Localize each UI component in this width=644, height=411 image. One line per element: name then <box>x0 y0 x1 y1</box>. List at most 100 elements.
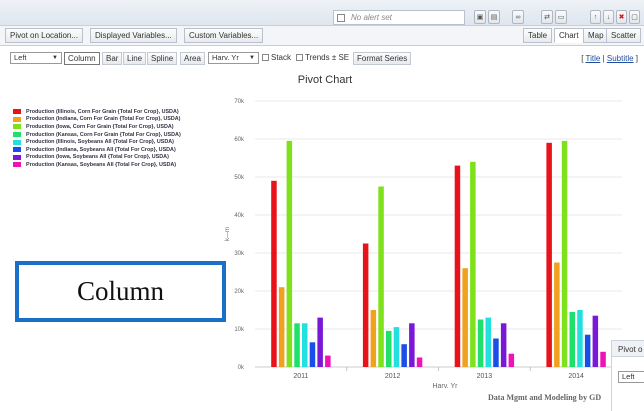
legend-swatch <box>13 162 21 168</box>
legend-item[interactable]: Production (Indiana, Corn For Grain {Tot… <box>13 116 181 124</box>
share-icon[interactable]: ⇄ <box>541 10 553 24</box>
bar[interactable] <box>577 310 583 367</box>
bar[interactable] <box>370 310 377 367</box>
custom-variables-button[interactable]: Custom Variables... <box>184 28 264 43</box>
sub-panel-select[interactable]: Left <box>618 371 644 383</box>
alert-label: No alert set <box>351 13 392 22</box>
save-icon[interactable]: ▣ <box>474 10 486 24</box>
bar[interactable] <box>454 165 461 367</box>
chart-bars <box>271 140 606 368</box>
bar[interactable] <box>278 287 285 367</box>
x-axis-label: Harv. Yr <box>432 383 458 390</box>
trends-checkbox-box[interactable] <box>296 54 303 61</box>
sub-panel-header[interactable]: Pivot o <box>612 341 644 357</box>
format-series-button[interactable]: Format Series <box>353 52 412 65</box>
bar[interactable] <box>470 161 476 367</box>
legend-item[interactable]: Production (Kansas, Soybeans All {Total … <box>13 161 181 169</box>
bar[interactable] <box>592 315 599 367</box>
displayed-variables-button[interactable]: Displayed Variables... <box>90 28 177 43</box>
stack-checkbox-box[interactable] <box>262 54 269 61</box>
stack-checkbox[interactable]: Stack <box>262 53 291 62</box>
spline-type-button[interactable]: Spline <box>147 52 178 65</box>
bar[interactable] <box>317 317 323 367</box>
pivot-location-button[interactable]: Pivot on Location... <box>5 28 84 43</box>
legend-item[interactable]: Production (Iowa, Corn For Grain {Total … <box>13 123 181 131</box>
legend-label: Production (Illinois, Corn For Grain {To… <box>26 108 179 115</box>
x-tick-label: 2013 <box>477 373 493 380</box>
x-tick-label: 2011 <box>293 373 308 380</box>
close-icon[interactable]: ✖ <box>616 10 627 24</box>
legend-item[interactable]: Production (Iowa, Soybeans All {Total Fo… <box>13 154 181 162</box>
legend-swatch <box>13 154 21 160</box>
bar[interactable] <box>569 311 576 367</box>
title-link[interactable]: Title <box>586 54 601 63</box>
alert-checkbox[interactable] <box>337 13 345 22</box>
bar[interactable] <box>462 268 468 367</box>
line-type-button[interactable]: Line <box>123 52 147 65</box>
copy-icon[interactable]: ▭ <box>555 10 567 24</box>
chevron-down-icon: ▼ <box>52 55 58 61</box>
legend-swatch <box>13 124 21 130</box>
column-callout-text: Column <box>76 276 164 306</box>
tab-map[interactable]: Map <box>583 28 609 43</box>
sub-panel: Pivot o Left <box>611 340 644 411</box>
legend-swatch <box>13 139 21 145</box>
tab-table[interactable]: Table <box>523 28 553 43</box>
bar[interactable] <box>584 334 591 367</box>
x-variable-select[interactable]: Harv. Yr ▼ <box>208 52 259 64</box>
up-icon[interactable]: ↑ <box>590 10 601 24</box>
bar[interactable] <box>325 355 331 367</box>
bar[interactable] <box>309 342 316 367</box>
tab-chart[interactable]: Chart <box>554 28 584 43</box>
bar[interactable] <box>271 180 277 367</box>
y-tick-label: 50k <box>234 175 245 181</box>
legend-label: Production (Indiana, Corn For Grain {Tot… <box>26 116 181 123</box>
expand-icon[interactable]: ▢ <box>629 10 640 24</box>
y-axis-ticks: 0k 10k 20k 30k 40k 50k 60k 70k <box>234 99 245 371</box>
down-icon[interactable]: ↓ <box>603 10 614 24</box>
bar[interactable] <box>477 319 484 368</box>
trends-checkbox[interactable]: Trends ± SE <box>296 53 349 62</box>
legend-swatch <box>13 132 21 138</box>
legend-item[interactable]: Production (Illinois, Soybeans All {Tota… <box>13 138 181 146</box>
print-icon[interactable]: ▤ <box>488 10 500 24</box>
bar[interactable] <box>508 353 515 367</box>
bar[interactable] <box>485 317 492 367</box>
bar[interactable] <box>546 142 552 367</box>
bar[interactable] <box>561 140 568 367</box>
column-type-button[interactable]: Column <box>64 52 100 65</box>
area-type-button[interactable]: Area <box>180 52 205 65</box>
legend-position-select[interactable]: Left ▼ <box>10 52 62 64</box>
legend-swatch <box>13 116 21 122</box>
bar[interactable] <box>286 140 293 367</box>
legend-label: Production (Kansas, Corn For Grain {Tota… <box>26 131 181 138</box>
bar[interactable] <box>378 186 384 368</box>
bar[interactable] <box>386 330 392 367</box>
bar[interactable] <box>600 351 606 367</box>
bar[interactable] <box>294 323 300 367</box>
bar[interactable] <box>493 338 499 368</box>
bar[interactable] <box>362 243 369 368</box>
legend-label: Production (Iowa, Corn For Grain {Total … <box>26 123 174 130</box>
y-tick-label: 40k <box>234 213 245 219</box>
bar[interactable] <box>416 357 423 368</box>
title-links: [ Title | Subtitle ] <box>581 54 638 63</box>
bar[interactable] <box>302 323 308 367</box>
bar[interactable] <box>401 344 407 367</box>
subtitle-link[interactable]: Subtitle <box>607 54 634 63</box>
bar[interactable] <box>393 327 400 367</box>
legend-label: Production (Illinois, Soybeans All {Tota… <box>26 139 174 146</box>
bar-type-button[interactable]: Bar <box>102 52 123 65</box>
legend-item[interactable]: Production (Illinois, Corn For Grain {To… <box>13 108 181 116</box>
legend-item[interactable]: Production (Kansas, Corn For Grain {Tota… <box>13 131 181 139</box>
legend-swatch <box>13 147 21 153</box>
tab-scatter[interactable]: Scatter <box>606 28 642 43</box>
bar[interactable] <box>500 323 507 367</box>
link-icon[interactable]: ∞ <box>512 10 524 24</box>
bar[interactable] <box>409 323 415 367</box>
alert-control[interactable]: No alert set <box>333 10 465 25</box>
legend-item[interactable]: Production (Indiana, Soybeans All {Total… <box>13 146 181 154</box>
bar[interactable] <box>554 262 560 368</box>
watermark: Data Mgmt and Modeling by GD <box>488 393 602 402</box>
chart-legend: Production (Illinois, Corn For Grain {To… <box>13 108 181 169</box>
